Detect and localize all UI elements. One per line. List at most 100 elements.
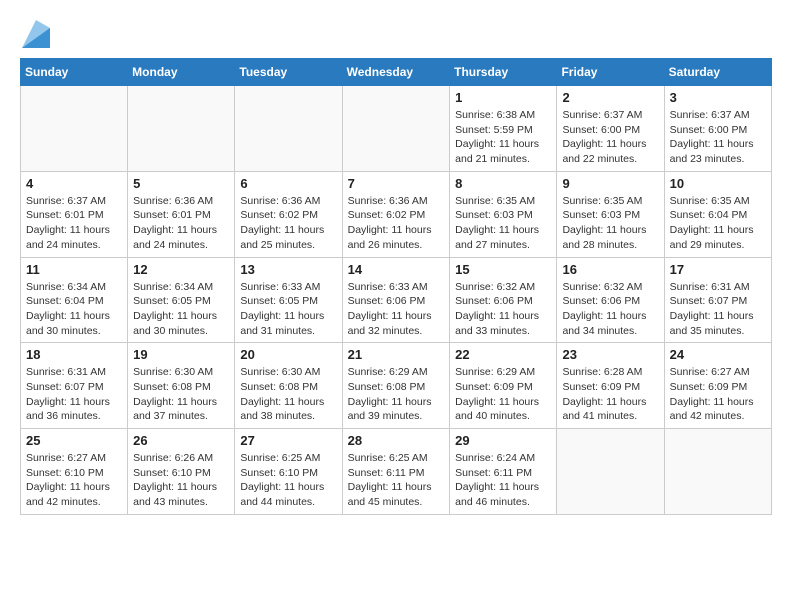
calendar-cell: 4 Sunrise: 6:37 AM Sunset: 6:01 PM Daylig… [21, 171, 128, 257]
calendar-week-3: 11Sunrise: 6:34 AM Sunset: 6:04 PM Dayli… [21, 257, 772, 343]
day-info: Sunrise: 6:27 AM Sunset: 6:10 PM Dayligh… [26, 451, 122, 510]
calendar-table: SundayMondayTuesdayWednesdayThursdayFrid… [20, 58, 772, 515]
day-info: Sunrise: 6:36 AM Sunset: 6:01 PM Dayligh… [133, 194, 229, 253]
day-number: 17 [670, 262, 766, 277]
calendar-cell: 17 Sunrise: 6:31 AM Sunset: 6:07 PM Dayli… [664, 257, 771, 343]
day-number: 19 [133, 347, 229, 362]
day-info: Sunrise: 6:31 AM Sunset: 6:07 PM Dayligh… [670, 280, 766, 339]
day-info: Sunrise: 6:25 AM Sunset: 6:11 PM Dayligh… [348, 451, 445, 510]
day-number: 22 [455, 347, 551, 362]
day-number: 28 [348, 433, 445, 448]
calendar-cell: 12 Sunrise: 6:34 AM Sunset: 6:05 PM Dayli… [128, 257, 235, 343]
calendar-cell: 3 Sunrise: 6:37 AM Sunset: 6:00 PM Daylig… [664, 86, 771, 172]
day-number: 23 [562, 347, 658, 362]
calendar-cell: 2 Sunrise: 6:37 AM Sunset: 6:00 PM Daylig… [557, 86, 664, 172]
calendar-cell: 10 Sunrise: 6:35 AM Sunset: 6:04 PM Dayli… [664, 171, 771, 257]
calendar-cell: 24 Sunrise: 6:27 AM Sunset: 6:09 PM Dayli… [664, 343, 771, 429]
day-info: Sunrise: 6:30 AM Sunset: 6:08 PM Dayligh… [240, 365, 336, 424]
calendar-cell: 22 Sunrise: 6:29 AM Sunset: 6:09 PM Dayli… [450, 343, 557, 429]
weekday-header-sunday: Sunday [21, 59, 128, 86]
weekday-header-wednesday: Wednesday [342, 59, 450, 86]
day-number: 26 [133, 433, 229, 448]
day-number: 12 [133, 262, 229, 277]
calendar-cell: 7Sunrise: 6:36 AM Sunset: 6:02 PM Daylig… [342, 171, 450, 257]
day-info: Sunrise: 6:37 AM Sunset: 6:00 PM Dayligh… [670, 108, 766, 167]
calendar-week-2: 4 Sunrise: 6:37 AM Sunset: 6:01 PM Daylig… [21, 171, 772, 257]
day-info: Sunrise: 6:37 AM Sunset: 6:00 PM Dayligh… [562, 108, 658, 167]
calendar-cell [342, 86, 450, 172]
calendar-cell: 5 Sunrise: 6:36 AM Sunset: 6:01 PM Daylig… [128, 171, 235, 257]
day-number: 14 [348, 262, 445, 277]
day-number: 10 [670, 176, 766, 191]
calendar-cell [664, 429, 771, 515]
weekday-header-friday: Friday [557, 59, 664, 86]
calendar-cell: 23 Sunrise: 6:28 AM Sunset: 6:09 PM Dayli… [557, 343, 664, 429]
day-info: Sunrise: 6:36 AM Sunset: 6:02 PM Dayligh… [348, 194, 445, 253]
calendar-cell: 14 Sunrise: 6:33 AM Sunset: 6:06 PM Dayli… [342, 257, 450, 343]
day-info: Sunrise: 6:25 AM Sunset: 6:10 PM Dayligh… [240, 451, 336, 510]
day-info: Sunrise: 6:28 AM Sunset: 6:09 PM Dayligh… [562, 365, 658, 424]
day-info: Sunrise: 6:34 AM Sunset: 6:05 PM Dayligh… [133, 280, 229, 339]
calendar-week-5: 25 Sunrise: 6:27 AM Sunset: 6:10 PM Dayli… [21, 429, 772, 515]
day-number: 4 [26, 176, 122, 191]
day-info: Sunrise: 6:32 AM Sunset: 6:06 PM Dayligh… [455, 280, 551, 339]
day-number: 18 [26, 347, 122, 362]
calendar-cell [128, 86, 235, 172]
day-info: Sunrise: 6:32 AM Sunset: 6:06 PM Dayligh… [562, 280, 658, 339]
day-number: 1 [455, 90, 551, 105]
calendar-week-1: 1 Sunrise: 6:38 AM Sunset: 5:59 PM Daylig… [21, 86, 772, 172]
calendar-cell [21, 86, 128, 172]
day-number: 20 [240, 347, 336, 362]
calendar-cell: 26Sunrise: 6:26 AM Sunset: 6:10 PM Dayli… [128, 429, 235, 515]
day-number: 13 [240, 262, 336, 277]
calendar-cell: 29 Sunrise: 6:24 AM Sunset: 6:11 PM Dayli… [450, 429, 557, 515]
logo-icon [22, 20, 50, 48]
calendar-week-4: 18 Sunrise: 6:31 AM Sunset: 6:07 PM Dayli… [21, 343, 772, 429]
day-number: 2 [562, 90, 658, 105]
day-number: 21 [348, 347, 445, 362]
day-number: 6 [240, 176, 336, 191]
calendar-cell: 19 Sunrise: 6:30 AM Sunset: 6:08 PM Dayli… [128, 343, 235, 429]
page-header [20, 20, 772, 48]
calendar-cell: 20 Sunrise: 6:30 AM Sunset: 6:08 PM Dayli… [235, 343, 342, 429]
day-info: Sunrise: 6:30 AM Sunset: 6:08 PM Dayligh… [133, 365, 229, 424]
logo [20, 20, 50, 48]
calendar-cell: 11Sunrise: 6:34 AM Sunset: 6:04 PM Dayli… [21, 257, 128, 343]
calendar-cell: 15 Sunrise: 6:32 AM Sunset: 6:06 PM Dayli… [450, 257, 557, 343]
day-number: 3 [670, 90, 766, 105]
day-number: 8 [455, 176, 551, 191]
calendar-header-row: SundayMondayTuesdayWednesdayThursdayFrid… [21, 59, 772, 86]
day-info: Sunrise: 6:24 AM Sunset: 6:11 PM Dayligh… [455, 451, 551, 510]
day-info: Sunrise: 6:33 AM Sunset: 6:06 PM Dayligh… [348, 280, 445, 339]
calendar-cell: 27Sunrise: 6:25 AM Sunset: 6:10 PM Dayli… [235, 429, 342, 515]
day-info: Sunrise: 6:34 AM Sunset: 6:04 PM Dayligh… [26, 280, 122, 339]
calendar-cell: 9Sunrise: 6:35 AM Sunset: 6:03 PM Daylig… [557, 171, 664, 257]
day-number: 16 [562, 262, 658, 277]
day-number: 25 [26, 433, 122, 448]
calendar-cell: 28 Sunrise: 6:25 AM Sunset: 6:11 PM Dayli… [342, 429, 450, 515]
calendar-cell [557, 429, 664, 515]
calendar-cell: 25 Sunrise: 6:27 AM Sunset: 6:10 PM Dayli… [21, 429, 128, 515]
day-info: Sunrise: 6:33 AM Sunset: 6:05 PM Dayligh… [240, 280, 336, 339]
day-number: 24 [670, 347, 766, 362]
day-info: Sunrise: 6:35 AM Sunset: 6:04 PM Dayligh… [670, 194, 766, 253]
day-info: Sunrise: 6:29 AM Sunset: 6:09 PM Dayligh… [455, 365, 551, 424]
calendar-cell: 6Sunrise: 6:36 AM Sunset: 6:02 PM Daylig… [235, 171, 342, 257]
day-info: Sunrise: 6:38 AM Sunset: 5:59 PM Dayligh… [455, 108, 551, 167]
day-info: Sunrise: 6:37 AM Sunset: 6:01 PM Dayligh… [26, 194, 122, 253]
day-info: Sunrise: 6:29 AM Sunset: 6:08 PM Dayligh… [348, 365, 445, 424]
day-info: Sunrise: 6:35 AM Sunset: 6:03 PM Dayligh… [562, 194, 658, 253]
day-info: Sunrise: 6:27 AM Sunset: 6:09 PM Dayligh… [670, 365, 766, 424]
day-number: 5 [133, 176, 229, 191]
day-info: Sunrise: 6:31 AM Sunset: 6:07 PM Dayligh… [26, 365, 122, 424]
day-info: Sunrise: 6:35 AM Sunset: 6:03 PM Dayligh… [455, 194, 551, 253]
weekday-header-tuesday: Tuesday [235, 59, 342, 86]
weekday-header-saturday: Saturday [664, 59, 771, 86]
day-number: 15 [455, 262, 551, 277]
calendar-cell: 21 Sunrise: 6:29 AM Sunset: 6:08 PM Dayli… [342, 343, 450, 429]
weekday-header-monday: Monday [128, 59, 235, 86]
day-number: 29 [455, 433, 551, 448]
calendar-cell: 8 Sunrise: 6:35 AM Sunset: 6:03 PM Daylig… [450, 171, 557, 257]
calendar-cell: 16 Sunrise: 6:32 AM Sunset: 6:06 PM Dayli… [557, 257, 664, 343]
calendar-body: 1 Sunrise: 6:38 AM Sunset: 5:59 PM Daylig… [21, 86, 772, 515]
